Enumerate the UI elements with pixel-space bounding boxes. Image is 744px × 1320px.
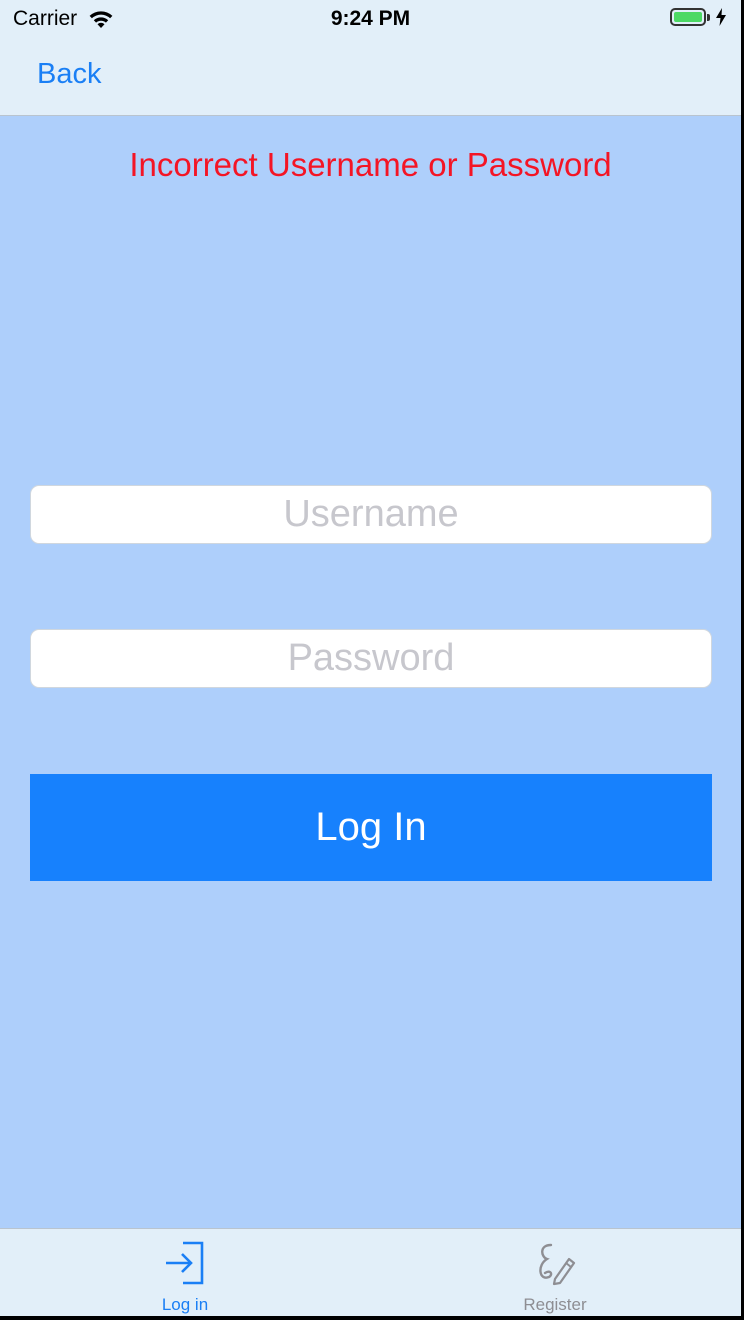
battery-nub <box>707 13 710 21</box>
battery-icon <box>670 8 706 26</box>
username-field[interactable] <box>30 485 712 544</box>
tab-register-label: Register <box>523 1295 587 1314</box>
tab-bar: Log in Register <box>0 1228 741 1316</box>
battery-fill <box>674 12 702 22</box>
login-arrow-icon <box>166 1241 204 1285</box>
tab-register[interactable]: Register <box>475 1229 635 1316</box>
charging-bolt-icon <box>716 8 726 26</box>
login-button-label: Log In <box>315 805 427 849</box>
status-time: 9:24 PM <box>330 7 411 30</box>
tab-log-in[interactable]: Log in <box>105 1229 265 1316</box>
login-screen: Carrier 9:24 PM Back Incorrect Username … <box>0 0 741 1316</box>
back-button[interactable]: Back <box>37 58 101 91</box>
battery-indicator <box>670 8 727 26</box>
password-field[interactable] <box>30 629 712 688</box>
error-message: Incorrect Username or Password <box>129 146 612 183</box>
tab-log-in-label: Log in <box>161 1295 209 1314</box>
top-bar: Carrier 9:24 PM Back <box>0 0 741 116</box>
login-button[interactable]: Log In <box>30 774 712 881</box>
signature-icon <box>539 1243 576 1286</box>
